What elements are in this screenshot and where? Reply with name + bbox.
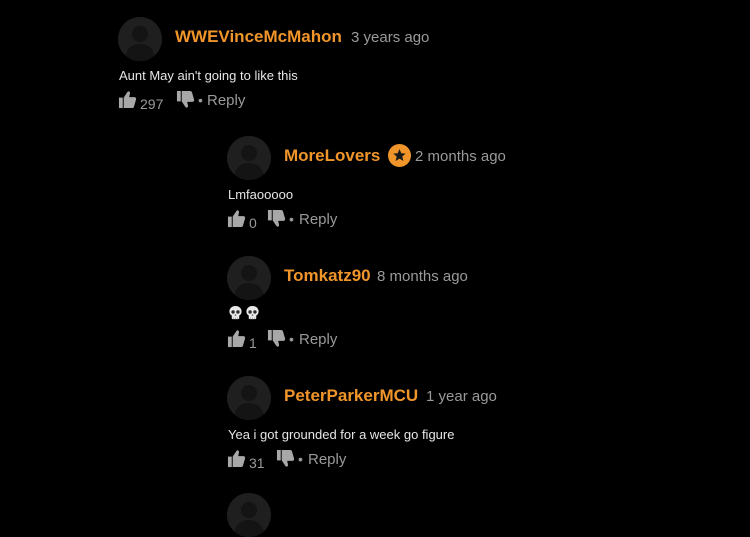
skull-emoji-icon xyxy=(228,305,243,320)
avatar[interactable] xyxy=(227,256,271,300)
reply-button[interactable]: Reply xyxy=(299,331,337,348)
separator-dot: • xyxy=(289,331,294,347)
comment-item: MoreLovers 2 months ago Lmfaooooo 0 • Re… xyxy=(227,136,647,236)
reply-button[interactable]: Reply xyxy=(207,92,245,109)
user-avatar-icon xyxy=(227,376,271,420)
avatar[interactable] xyxy=(227,376,271,420)
comment-text xyxy=(228,305,260,320)
user-avatar-icon xyxy=(227,493,271,537)
like-count: 1 xyxy=(249,335,257,351)
user-avatar-icon xyxy=(227,136,271,180)
comment-text: Lmfaooooo xyxy=(228,187,294,202)
reply-button[interactable]: Reply xyxy=(308,451,346,468)
like-count: 0 xyxy=(249,215,257,231)
thumbs-down-icon[interactable] xyxy=(267,329,286,348)
avatar[interactable] xyxy=(227,136,271,180)
timestamp[interactable]: 1 year ago xyxy=(426,388,497,405)
thumbs-down-icon[interactable] xyxy=(276,449,295,468)
timestamp[interactable]: 2 months ago xyxy=(415,148,506,165)
separator-dot: • xyxy=(198,92,203,108)
reply-button[interactable]: Reply xyxy=(299,211,337,228)
thumbs-up-icon[interactable] xyxy=(227,329,246,348)
username[interactable]: PeterParkerMCU xyxy=(284,386,418,406)
comment-item: Tomkatz90 8 months ago 1 • Reply xyxy=(227,256,647,356)
user-avatar-icon xyxy=(118,17,162,61)
thumbs-up-icon[interactable] xyxy=(227,449,246,468)
username[interactable]: WWEVinceMcMahon xyxy=(175,27,342,47)
comment-text: Yea i got grounded for a week go figure xyxy=(228,427,455,442)
thumbs-up-icon[interactable] xyxy=(227,209,246,228)
user-avatar-icon xyxy=(227,256,271,300)
like-count: 31 xyxy=(249,455,265,471)
avatar[interactable] xyxy=(118,17,162,61)
comment-item: WWEVinceMcMahon 3 years ago Aunt May ain… xyxy=(118,17,538,117)
separator-dot: • xyxy=(289,211,294,227)
username[interactable]: MoreLovers xyxy=(284,146,380,166)
thumbs-down-icon[interactable] xyxy=(267,209,286,228)
thumbs-up-icon[interactable] xyxy=(118,90,137,109)
like-count: 297 xyxy=(140,96,164,112)
avatar[interactable] xyxy=(227,493,271,537)
star-badge-icon xyxy=(388,144,411,167)
timestamp[interactable]: 3 years ago xyxy=(351,29,429,46)
thumbs-down-icon[interactable] xyxy=(176,90,195,109)
comment-text: Aunt May ain't going to like this xyxy=(119,68,298,83)
skull-emoji-icon xyxy=(245,305,260,320)
separator-dot: • xyxy=(298,451,303,467)
comment-item: PeterParkerMCU 1 year ago Yea i got grou… xyxy=(227,376,647,476)
username[interactable]: Tomkatz90 xyxy=(284,266,371,286)
timestamp[interactable]: 8 months ago xyxy=(377,268,468,285)
